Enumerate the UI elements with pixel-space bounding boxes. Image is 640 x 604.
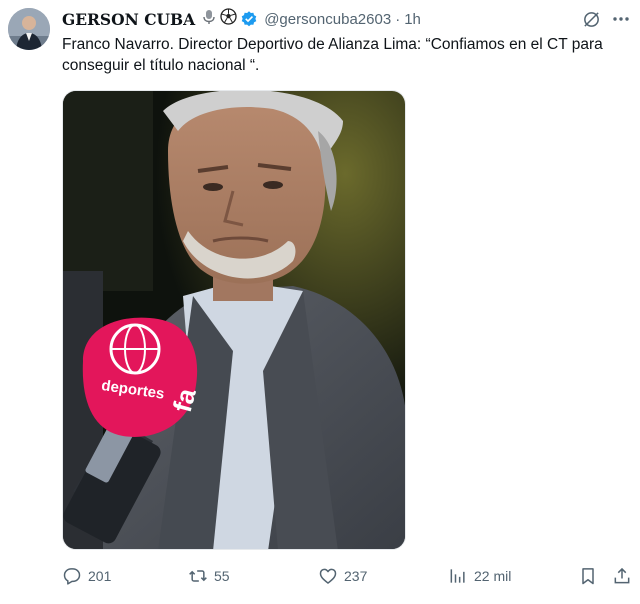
tweet-media[interactable]: deportes fa — [62, 90, 406, 550]
like-count: 237 — [344, 568, 368, 584]
author-avatar[interactable] — [8, 8, 50, 50]
share-icon — [612, 566, 632, 586]
grok-icon[interactable] — [580, 8, 602, 30]
more-options-icon[interactable] — [610, 8, 632, 30]
views-count: 22 mil — [474, 568, 512, 584]
verified-icon[interactable] — [240, 10, 258, 28]
reply-button[interactable]: 201 — [62, 562, 111, 590]
tweet-timestamp[interactable]: 1h — [404, 11, 421, 28]
views-icon — [448, 566, 468, 586]
author-handle[interactable]: @gersoncuba2603 — [264, 11, 391, 28]
like-button[interactable]: 237 — [318, 562, 367, 590]
tweet-text: Franco Navarro. Director Deportivo de Al… — [62, 36, 603, 74]
name-emojis — [201, 8, 237, 30]
tweet-header: GERSON CUBA @gersoncuba2603 · 1h — [62, 8, 421, 30]
microphone-icon — [201, 9, 217, 30]
author-name[interactable]: GERSON CUBA — [62, 10, 195, 29]
share-button[interactable] — [612, 562, 632, 590]
repost-button[interactable]: 55 — [188, 562, 230, 590]
tweet-actions: 201 55 237 22 mil — [0, 562, 640, 590]
reply-icon — [62, 566, 82, 586]
bookmark-button[interactable] — [578, 562, 598, 590]
repost-count: 55 — [214, 568, 230, 584]
bookmark-icon — [578, 566, 598, 586]
repost-icon — [188, 566, 208, 586]
views-button[interactable]: 22 mil — [448, 562, 511, 590]
header-separator: · — [395, 10, 401, 28]
soccer-ball-icon — [220, 8, 237, 30]
heart-icon — [318, 566, 338, 586]
tweet-card: GERSON CUBA @gersoncuba2603 · 1h Franco … — [0, 0, 640, 604]
reply-count: 201 — [88, 568, 112, 584]
